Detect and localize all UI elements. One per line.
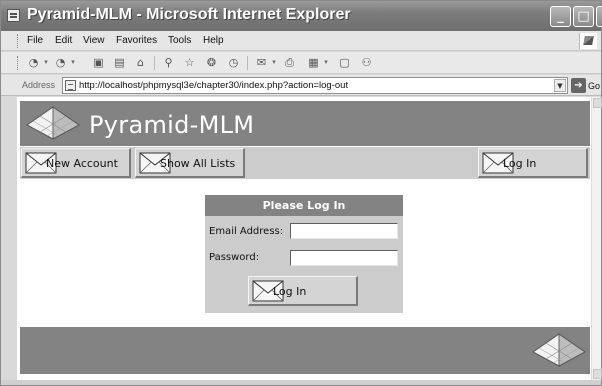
address-input[interactable]: http://localhost/phpmysql3e/chapter30/in… (62, 77, 568, 94)
new-account-label: New Account (46, 157, 118, 170)
home-icon[interactable]: ⌂ (133, 55, 148, 70)
pyramid-logo-icon (25, 105, 81, 141)
window-title: Pyramid-MLM - Microsoft Internet Explore… (27, 6, 351, 23)
nav-log-in-label: Log In (503, 157, 537, 170)
search-icon[interactable]: ⚲ (161, 55, 176, 70)
menu-tools[interactable]: Tools (168, 35, 191, 46)
show-all-lists-button[interactable]: Show All Lists (135, 148, 245, 178)
discuss-icon[interactable]: ▢ (337, 55, 352, 70)
login-form-header: Please Log In (205, 195, 403, 216)
password-label: Password: (209, 252, 260, 263)
site-header: Pyramid-MLM (20, 101, 590, 146)
browser-window: Pyramid-MLM - Microsoft Internet Explore… (0, 0, 602, 386)
log-in-submit-label: Log In (273, 285, 307, 298)
mail-dropdown-icon[interactable]: ▾ (270, 55, 278, 70)
back-dropdown-icon[interactable]: ▾ (42, 55, 50, 70)
minimize-button[interactable]: _ (550, 6, 571, 27)
back-icon[interactable]: ◔ (26, 55, 41, 70)
nav-bar: New Account Show All Lists Log In (20, 147, 590, 179)
page-viewport: Pyramid-MLM New Account Show All Lists L… (17, 97, 591, 380)
pyramid-logo-icon (531, 332, 587, 368)
email-field[interactable] (290, 223, 398, 239)
password-field[interactable] (290, 250, 398, 266)
title-bar: Pyramid-MLM - Microsoft Internet Explore… (1, 1, 602, 31)
toolbar-separator (154, 56, 155, 70)
stop-icon[interactable]: ▣ (91, 55, 106, 70)
go-arrow-icon[interactable]: ➔ (571, 78, 586, 93)
menu-file[interactable]: File (27, 35, 43, 46)
favorites-icon[interactable]: ☆ (182, 55, 197, 70)
vertical-scrollbar[interactable] (591, 97, 602, 380)
toolbar-grip (17, 56, 20, 70)
page-icon (65, 80, 76, 91)
show-all-lists-label: Show All Lists (160, 157, 236, 170)
nav-log-in-button[interactable]: Log In (478, 148, 588, 178)
new-account-button[interactable]: New Account (21, 148, 131, 178)
toolbar-separator (247, 56, 248, 70)
email-label: Email Address: (209, 226, 284, 237)
ie-app-icon (7, 9, 20, 22)
menubar-grip (17, 34, 20, 48)
maximize-button[interactable]: □ (573, 6, 594, 27)
print-icon[interactable]: ⎙ (282, 55, 297, 70)
left-frame-strip (1, 97, 17, 385)
menu-view[interactable]: View (83, 35, 105, 46)
history-icon[interactable]: ◷ (226, 55, 241, 70)
address-bar: Address http://localhost/phpmysql3e/chap… (1, 75, 601, 96)
mail-icon[interactable]: ✉ (254, 55, 269, 70)
address-url[interactable]: http://localhost/phpmysql3e/chapter30/in… (79, 80, 348, 91)
forward-dropdown-icon[interactable]: ▾ (69, 55, 77, 70)
close-button[interactable] (596, 6, 602, 27)
site-footer (20, 327, 590, 374)
menu-edit[interactable]: Edit (55, 35, 72, 46)
menu-help[interactable]: Help (203, 35, 224, 46)
status-bar (1, 380, 601, 385)
standard-toolbar: ◔ ▾ ◔ ▾ ▣ ▤ ⌂ ⚲ ☆ ❂ ◷ ✉ ▾ ⎙ ▦ ▾ ▢ ⚇ (1, 52, 601, 74)
edit-icon[interactable]: ▦ (306, 55, 321, 70)
refresh-icon[interactable]: ▤ (112, 55, 127, 70)
menu-favorites[interactable]: Favorites (116, 35, 157, 46)
windows-flag-icon (579, 33, 597, 49)
go-button[interactable]: Go (588, 81, 600, 91)
address-label: Address (22, 80, 56, 90)
messenger-icon[interactable]: ⚇ (359, 55, 374, 70)
login-form-title: Please Log In (262, 199, 346, 212)
menu-bar: File Edit View Favorites Tools Help (1, 31, 601, 51)
log-in-submit-button[interactable]: Log In (248, 276, 358, 306)
login-form: Please Log In Email Address: Password: L… (205, 195, 403, 313)
media-icon[interactable]: ❂ (204, 55, 219, 70)
forward-icon[interactable]: ◔ (53, 55, 68, 70)
site-title: Pyramid-MLM (89, 111, 255, 139)
edit-dropdown-icon[interactable]: ▾ (322, 55, 330, 70)
chevron-down-icon[interactable]: ▼ (554, 79, 566, 92)
